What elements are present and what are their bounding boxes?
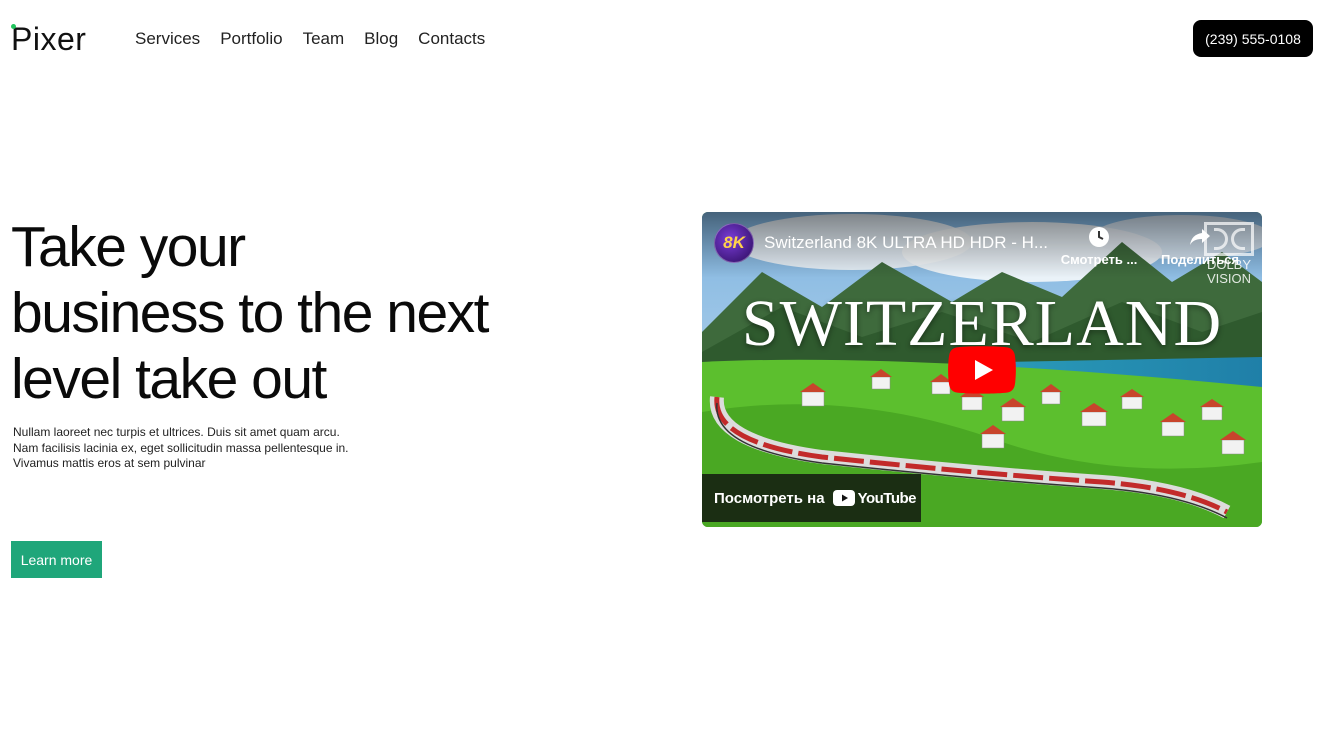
youtube-icon — [832, 490, 855, 506]
hero-title-line: level take out — [11, 347, 327, 411]
logo-dot — [11, 24, 16, 29]
hero-text-line: Vivamus mattis eros at sem pulvinar — [13, 456, 206, 470]
nav-portfolio[interactable]: Portfolio — [220, 29, 282, 49]
dolby-vision-logo: DOLBY VISION — [1202, 222, 1256, 286]
learn-more-button[interactable]: Learn more — [11, 541, 102, 578]
watch-on-youtube-button[interactable]: Посмотреть на YouTube — [702, 474, 921, 522]
watch-later-label: Смотреть ... — [1060, 252, 1138, 267]
video-embed[interactable]: 8K Switzerland 8K ULTRA HD HDR - H... См… — [702, 212, 1262, 527]
channel-avatar[interactable]: 8K — [714, 223, 754, 263]
dolby-icon — [1204, 222, 1254, 256]
youtube-logo: YouTube — [832, 489, 917, 507]
watch-later-button[interactable]: Смотреть ... — [1054, 226, 1144, 267]
clock-icon — [1054, 226, 1144, 248]
nav-contacts[interactable]: Contacts — [418, 29, 485, 49]
watch-on-label: Посмотреть на — [714, 489, 825, 507]
play-icon — [948, 346, 1016, 394]
youtube-wordmark: YouTube — [857, 489, 917, 507]
nav-team[interactable]: Team — [303, 29, 345, 49]
nav-services[interactable]: Services — [135, 29, 200, 49]
video-title[interactable]: Switzerland 8K ULTRA HD HDR - H... — [764, 233, 1064, 253]
vision-label: VISION — [1206, 271, 1252, 286]
hero-text-line: Nullam laoreet nec turpis et ultrices. D… — [13, 425, 340, 439]
main-nav: Services Portfolio Team Blog Contacts — [135, 29, 485, 49]
hero-title-line: business to the next — [11, 281, 490, 345]
hero-description: Nullam laoreet nec turpis et ultrices. D… — [13, 425, 413, 472]
hero-title-line: Take your — [11, 215, 246, 279]
hero-text-line: Nam facilisis lacinia ex, eget sollicitu… — [13, 440, 349, 455]
phone-button[interactable]: (239) 555-0108 — [1193, 20, 1313, 57]
site-logo[interactable]: Pixer — [11, 21, 86, 57]
hero-title: Take your business to the next level tak… — [11, 214, 571, 412]
play-button[interactable] — [948, 346, 1016, 394]
dolby-label: DOLBY — [1206, 257, 1252, 272]
nav-blog[interactable]: Blog — [364, 29, 398, 49]
